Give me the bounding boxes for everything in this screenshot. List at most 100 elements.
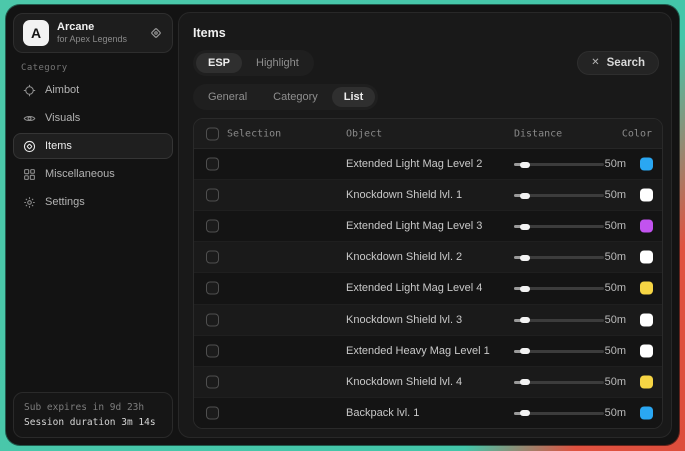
object-name: Extended Heavy Mag Level 1: [346, 345, 490, 357]
sidebar-item-label: Aimbot: [45, 84, 79, 96]
view-row: GeneralCategoryList: [193, 84, 378, 110]
tab-category[interactable]: Category: [261, 87, 330, 107]
row-checkbox[interactable]: [206, 344, 219, 357]
distance-slider[interactable]: [514, 221, 604, 231]
object-name: Extended Light Mag Level 3: [346, 220, 482, 232]
slider-thumb[interactable]: [520, 410, 530, 416]
table-row: Backpack lvl. 1 50m: [194, 397, 662, 428]
mode-row: ESPHighlight ✕ Search: [193, 50, 659, 76]
session-card: Sub expires in 9d 23h Session duration 3…: [13, 392, 173, 438]
row-checkbox[interactable]: [206, 282, 219, 295]
search-button[interactable]: ✕ Search: [577, 51, 659, 75]
color-swatch[interactable]: [640, 158, 653, 171]
object-name: Extended Light Mag Level 2: [346, 158, 482, 170]
tab-highlight[interactable]: Highlight: [244, 53, 311, 73]
sub-expiry-text: Sub expires in 9d 23h: [24, 400, 162, 415]
column-header-color: Color: [622, 128, 652, 139]
sidebar-item-label: Settings: [45, 196, 85, 208]
brand-subtitle: for Apex Legends: [57, 34, 141, 45]
page-title: Items: [193, 26, 226, 40]
row-checkbox[interactable]: [206, 189, 219, 202]
row-checkbox[interactable]: [206, 251, 219, 264]
distance-slider[interactable]: [514, 159, 604, 169]
eye-icon: [23, 112, 36, 125]
object-name: Backpack lvl. 1: [346, 407, 419, 419]
table-row: Extended Light Mag Level 4 50m: [194, 272, 662, 303]
shield-icon[interactable]: [149, 26, 163, 40]
sidebar-item-settings[interactable]: Settings: [13, 189, 173, 215]
gear-icon: [23, 196, 36, 209]
distance-value: 50m: [605, 407, 626, 419]
table-row: Knockdown Shield lvl. 2 50m: [194, 241, 662, 272]
column-header-object: Object: [346, 128, 382, 139]
color-swatch[interactable]: [640, 251, 653, 264]
color-swatch[interactable]: [640, 313, 653, 326]
distance-slider[interactable]: [514, 315, 604, 325]
column-header-distance: Distance: [514, 128, 562, 139]
object-name: Knockdown Shield lvl. 4: [346, 376, 462, 388]
sidebar-item-label: Visuals: [45, 112, 80, 124]
distance-value: 50m: [605, 345, 626, 357]
items-table: Selection Object Distance Color Extended…: [193, 118, 663, 429]
object-name: Extended Light Mag Level 4: [346, 282, 482, 294]
crosshair-icon: [23, 84, 36, 97]
color-swatch[interactable]: [640, 189, 653, 202]
distance-value: 50m: [605, 376, 626, 388]
color-swatch[interactable]: [640, 344, 653, 357]
distance-slider[interactable]: [514, 408, 604, 418]
sidebar-item-aimbot[interactable]: Aimbot: [13, 77, 173, 103]
table-row: Extended Light Mag Level 2 50m: [194, 149, 662, 179]
tab-general[interactable]: General: [196, 87, 259, 107]
slider-thumb[interactable]: [520, 255, 530, 261]
session-duration-text: Session duration 3m 14s: [24, 415, 162, 430]
distance-value: 50m: [605, 189, 626, 201]
color-swatch[interactable]: [640, 375, 653, 388]
slider-thumb[interactable]: [520, 286, 530, 292]
slider-thumb[interactable]: [520, 162, 530, 168]
table-row: Knockdown Shield lvl. 3 50m: [194, 304, 662, 335]
select-all-checkbox[interactable]: [206, 127, 219, 140]
table-row: Knockdown Shield lvl. 1 50m: [194, 179, 662, 210]
distance-slider[interactable]: [514, 346, 604, 356]
sidebar-item-label: Miscellaneous: [45, 168, 115, 180]
object-name: Knockdown Shield lvl. 1: [346, 189, 462, 201]
row-checkbox[interactable]: [206, 406, 219, 419]
row-checkbox[interactable]: [206, 158, 219, 171]
distance-slider[interactable]: [514, 190, 604, 200]
table-header-row: Selection Object Distance Color: [194, 119, 662, 149]
color-swatch[interactable]: [640, 406, 653, 419]
row-checkbox[interactable]: [206, 313, 219, 326]
tab-esp[interactable]: ESP: [196, 53, 242, 73]
distance-slider[interactable]: [514, 283, 604, 293]
table-row: Knockdown Shield lvl. 4 50m: [194, 366, 662, 397]
brand-card: A Arcane for Apex Legends: [13, 13, 173, 53]
distance-slider[interactable]: [514, 252, 604, 262]
distance-value: 50m: [605, 282, 626, 294]
search-button-label: Search: [607, 57, 645, 69]
color-swatch[interactable]: [640, 282, 653, 295]
distance-value: 50m: [605, 220, 626, 232]
distance-value: 50m: [605, 158, 626, 170]
color-swatch[interactable]: [640, 220, 653, 233]
row-checkbox[interactable]: [206, 375, 219, 388]
object-name: Knockdown Shield lvl. 3: [346, 314, 462, 326]
brand-text: Arcane for Apex Legends: [57, 21, 141, 46]
view-tabs: GeneralCategoryList: [193, 84, 378, 110]
sidebar-item-items[interactable]: Items: [13, 133, 173, 159]
sidebar-item-visuals[interactable]: Visuals: [13, 105, 173, 131]
table-row: Extended Heavy Mag Level 1 50m: [194, 335, 662, 366]
slider-thumb[interactable]: [520, 193, 530, 199]
slider-thumb[interactable]: [520, 348, 530, 354]
sidebar: A Arcane for Apex Legends Category Aimbo…: [6, 5, 178, 445]
sidebar-item-label: Items: [45, 140, 72, 152]
tab-list[interactable]: List: [332, 87, 376, 107]
sidebar-item-miscellaneous[interactable]: Miscellaneous: [13, 161, 173, 187]
row-checkbox[interactable]: [206, 220, 219, 233]
slider-thumb[interactable]: [520, 317, 530, 323]
distance-value: 50m: [605, 251, 626, 263]
sidebar-nav: Aimbot Visuals Items Miscellaneous Setti…: [13, 77, 173, 217]
slider-thumb[interactable]: [520, 379, 530, 385]
slider-thumb[interactable]: [520, 224, 530, 230]
distance-value: 50m: [605, 314, 626, 326]
distance-slider[interactable]: [514, 377, 604, 387]
